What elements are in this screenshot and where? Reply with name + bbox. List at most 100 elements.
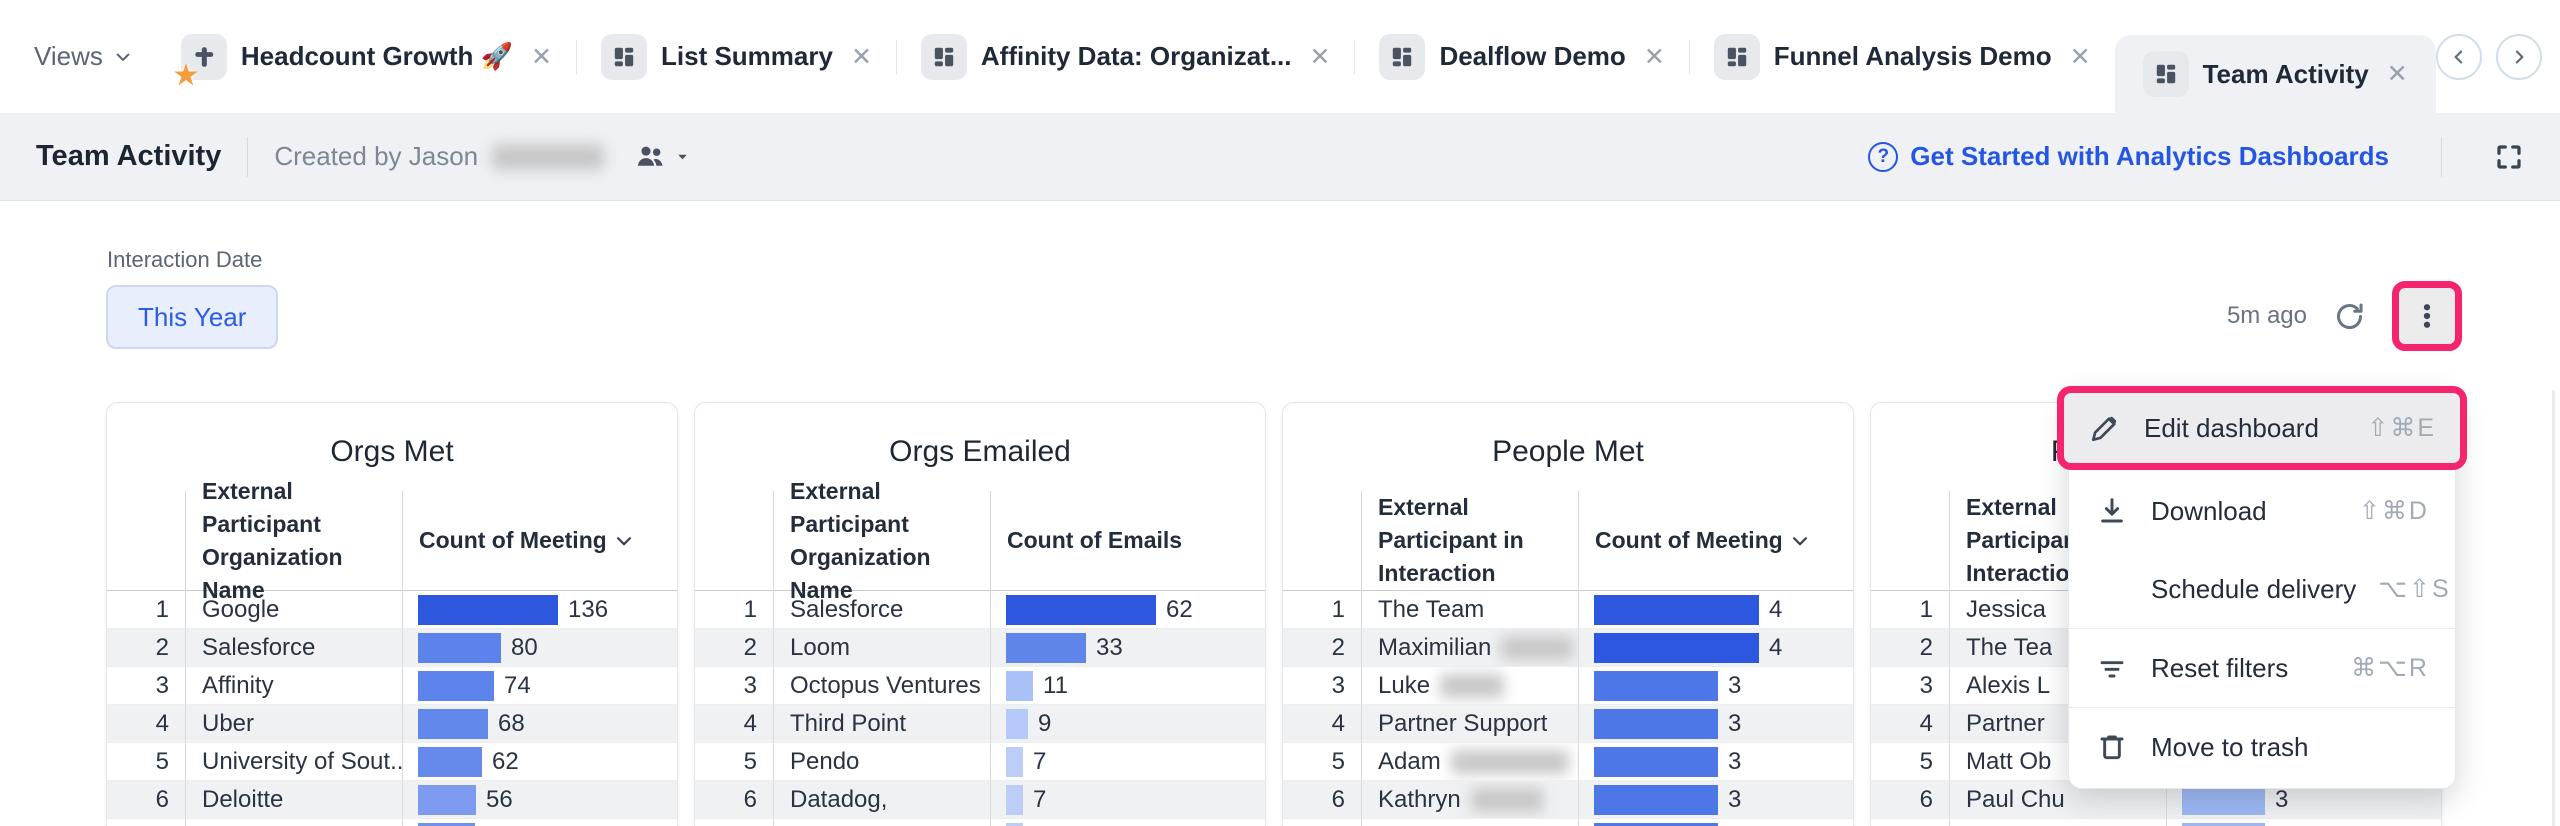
close-icon[interactable]: ✕ [2070, 42, 2091, 72]
bar [418, 670, 494, 701]
pencil-icon [2088, 412, 2122, 444]
redacted-text [1440, 673, 1505, 698]
row-bar-cell: 3 [1578, 705, 1853, 743]
menu-item-move-to-trash[interactable]: Move to trash [2069, 708, 2455, 786]
row-name: The Team [1361, 591, 1578, 629]
menu-item-reset-filters[interactable]: Reset filters ⌘⌥R [2069, 629, 2455, 707]
row-bar-cell: 80 [402, 629, 677, 667]
close-icon[interactable]: ✕ [531, 42, 552, 72]
row-rank: 5 [695, 743, 773, 781]
row-name-label: Salesforce [202, 633, 316, 661]
dashboard-card: Orgs Met External Participant Organizatio… [106, 402, 678, 826]
bar-value: 4 [1769, 595, 1783, 623]
close-icon[interactable]: ✕ [1309, 42, 1330, 72]
tab-team-activity[interactable]: Team Activity ✕ [2114, 35, 2436, 113]
row-name-label: Partner Support [1378, 709, 1548, 737]
table: External Participant Organization Name Co… [695, 478, 1265, 826]
views-menu[interactable]: Views [34, 41, 157, 72]
row-rank: 3 [1871, 667, 1949, 705]
trash-icon [2095, 731, 2129, 763]
help-link-label: Get Started with Analytics Dashboards [1910, 141, 2389, 171]
redacted-text [1470, 787, 1543, 812]
bar-value: 33 [1096, 633, 1123, 661]
tab-list-summary[interactable]: List Summary ✕ [577, 0, 896, 113]
bar [1006, 822, 1023, 826]
tab-funnel-analysis-demo[interactable]: Funnel Analysis Demo ✕ [1690, 0, 2115, 113]
row-name: Third Point [773, 705, 990, 743]
tabs-scroll-left-button[interactable] [2435, 33, 2482, 80]
row-name-label: Third Point [790, 709, 907, 737]
close-icon[interactable]: ✕ [1644, 42, 1665, 72]
row-rank: 2 [107, 629, 185, 667]
row-name: Affinity [185, 667, 402, 705]
bar [1594, 670, 1718, 701]
tab-headcount-growth[interactable]: ★ Headcount Growth 🚀 ✕ [157, 0, 576, 113]
row-rank: 5 [107, 743, 185, 781]
row-bar-cell: 4 [1578, 629, 1853, 667]
tab-label: Dealflow Demo [1439, 41, 1626, 71]
row-bar-cell: 9 [990, 705, 1265, 743]
sharing-control[interactable] [634, 141, 691, 173]
bar [418, 594, 558, 625]
row-bar-cell: 62 [402, 743, 677, 781]
table-header-count: Count of Emails [990, 491, 1265, 591]
row-name: Luke [1361, 667, 1578, 705]
more-options-button[interactable] [2412, 301, 2442, 331]
table-header-rank [1283, 491, 1361, 591]
table-header-name: External Participant Organization Name [773, 478, 990, 603]
table: External Participant Organization Name Co… [107, 478, 677, 826]
close-icon[interactable]: ✕ [851, 42, 872, 72]
menu-item-label: Download [2151, 495, 2267, 526]
row-bar-cell: 7 [990, 781, 1265, 819]
bar [1594, 632, 1759, 663]
menu-item-edit-dashboard[interactable]: Edit dashboard ⇧⌘E [2064, 393, 2460, 463]
tab-dealflow-demo[interactable]: Dealflow Demo ✕ [1355, 0, 1688, 113]
dashboard-icon [1713, 33, 1760, 80]
bar [418, 746, 482, 777]
row-bar-cell: 4 [1578, 591, 1853, 629]
chevron-down-icon [116, 53, 130, 61]
row-name: Datadog, [773, 781, 990, 819]
bar [1594, 784, 1718, 815]
row-bar-cell: 56 [402, 781, 677, 819]
interaction-date-filter-button[interactable]: This Year [106, 285, 279, 349]
close-icon[interactable]: ✕ [2387, 59, 2408, 89]
kebab-menu-icon [2423, 304, 2431, 328]
dashboard-card: People Met External Participant in Intera… [1282, 402, 1854, 826]
get-started-link[interactable]: ? Get Started with Analytics Dashboards [1868, 141, 2389, 172]
bar [1594, 708, 1718, 739]
star-icon: ★ [173, 59, 199, 90]
row-bar-cell: 3 [1578, 743, 1853, 781]
table-header-name: External Participant in Interaction [1361, 491, 1578, 591]
menu-item-download[interactable]: Download ⇧⌘D [2069, 472, 2455, 550]
menu-item-schedule-delivery[interactable]: Schedule delivery ⌥⇧S [2069, 550, 2455, 628]
refresh-button[interactable] [2333, 300, 2366, 333]
sort-chevron-down-icon[interactable] [613, 530, 635, 552]
row-rank: 6 [695, 781, 773, 819]
bar [418, 632, 501, 663]
row-name-label: Salesforce [790, 595, 904, 623]
bar-value: 74 [504, 671, 531, 699]
menu-item-shortcut: ⇧⌘E [2367, 414, 2436, 442]
row-rank: 1 [107, 591, 185, 629]
row-rank: 3 [107, 667, 185, 705]
bar-value: 62 [492, 747, 519, 775]
bar-value: 9 [1038, 709, 1052, 737]
chevron-right-icon [2515, 50, 2524, 64]
bar [2182, 822, 2265, 826]
sort-chevron-down-icon[interactable] [1789, 530, 1811, 552]
row-name [185, 819, 402, 826]
divider [247, 136, 249, 177]
bar-value: 3 [1728, 671, 1742, 699]
bar-value: 3 [2275, 785, 2289, 813]
row-name: Uber [185, 705, 402, 743]
new-tab-button[interactable] [2556, 34, 2560, 80]
fullscreen-button[interactable] [2494, 142, 2524, 172]
row-name [773, 819, 990, 826]
dashboard-icon [920, 33, 967, 80]
bar-value: 68 [498, 709, 525, 737]
dashboard-icon [601, 33, 647, 80]
tab-affinity-data-organizat[interactable]: Affinity Data: Organizat... ✕ [897, 0, 1355, 113]
tabs-scroll-right-button[interactable] [2495, 33, 2542, 80]
page-title: Team Activity [36, 140, 222, 172]
